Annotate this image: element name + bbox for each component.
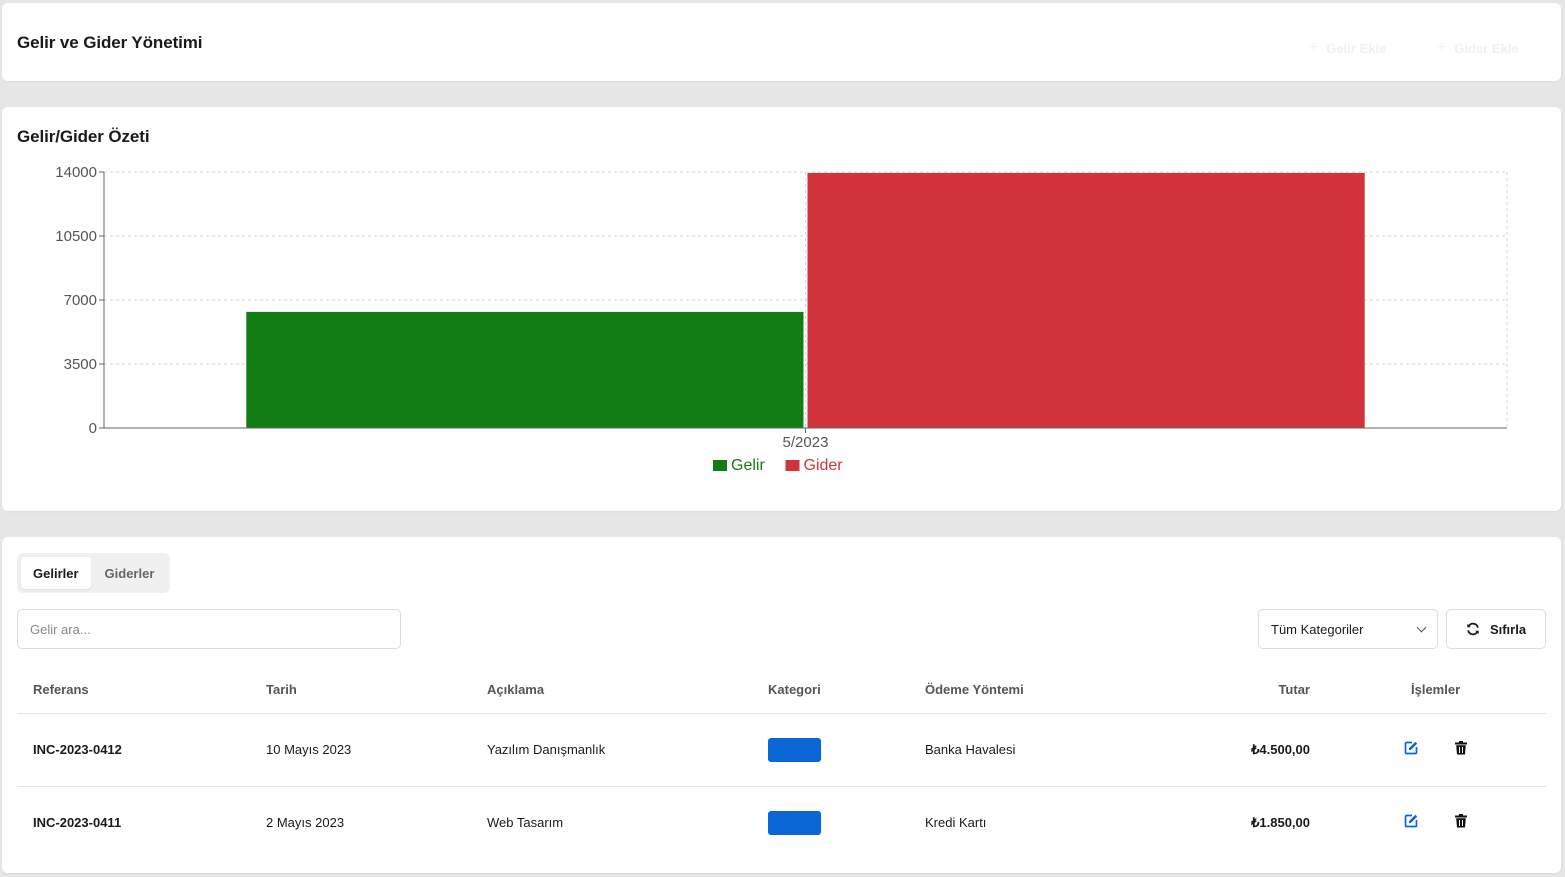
row-desc: Yazılım Danışmanlık [487,742,606,757]
reset-label: Sıfırla [1489,621,1527,637]
row-amount: ₺1.850,00 [1251,815,1310,830]
row-date: 2 Mayıs 2023 [266,815,345,830]
edit-icon[interactable] [1403,813,1421,831]
row-amount: ₺4.500,00 [1251,742,1310,757]
header-card: Gelir ve Gider Yönetimi + Gelir Ekle + G… [2,3,1561,81]
col-date: Tarih [266,682,297,697]
refresh-icon [1466,622,1480,636]
legend-swatch [713,460,727,471]
row-ref: INC-2023-0412 [33,742,122,757]
summary-chart: 0 3500 7000 10500 14000 5/2023 Gelir Gider [55,164,1508,474]
bar-gider [807,172,1365,428]
y-tick-label: 3500 [64,356,97,373]
reset-button[interactable]: Sıfırla [1446,609,1546,649]
col-actions: İşlemler [1411,682,1461,697]
category-badge [768,811,821,835]
legend-swatch [785,460,800,471]
add-expense-label: Gider Ekle [1454,40,1519,56]
search-input[interactable] [17,609,401,649]
y-tick-label: 14000 [55,164,97,181]
page-title: Gelir ve Gider Yönetimi [17,33,203,52]
y-tick-label: 0 [89,420,97,437]
tab-expenses[interactable]: Giderler [93,557,167,589]
table-row: INC-2023-0412 10 Mayıs 2023 Yazılım Danı… [17,714,1546,787]
summary-chart-card: Gelir/Gider Özeti 0 3500 7000 10500 14000 5/2… [2,107,1561,511]
y-tick-label: 7000 [64,292,97,309]
col-payment: Ödeme Yöntemi [925,682,1024,697]
category-select-value: Tüm Kategoriler [1271,621,1364,637]
col-amount: Tutar [1278,682,1310,697]
x-tick-label: 5/2023 [783,434,829,451]
row-payment: Kredi Kartı [925,815,987,830]
col-ref: Referans [33,682,89,697]
add-income-label: Gelir Ekle [1326,40,1387,56]
category-badge [768,738,821,762]
legend-label: Gelir [731,457,765,474]
tab-group: Gelirler Giderler [17,553,170,593]
add-income-button[interactable]: + Gelir Ekle [1309,36,1386,60]
trash-icon[interactable] [1453,740,1471,758]
edit-icon[interactable] [1403,740,1421,758]
bar-gelir [246,311,804,428]
col-category: Kategori [768,682,821,697]
row-payment: Banka Havalesi [925,742,1016,757]
col-desc: Açıklama [487,682,545,697]
tab-incomes[interactable]: Gelirler [21,557,91,589]
row-date: 10 Mayıs 2023 [266,742,352,757]
row-desc: Web Tasarım [487,815,564,830]
plus-icon: + [1309,39,1319,56]
legend-label: Gider [804,457,844,474]
chevron-down-icon [1416,622,1427,632]
table-header: Referans Tarih Açıklama Kategori Ödeme Y… [17,669,1546,714]
table-row: INC-2023-0411 2 Mayıs 2023 Web Tasarım K… [17,787,1546,860]
row-ref: INC-2023-0411 [33,815,122,830]
category-select[interactable]: Tüm Kategoriler [1258,609,1438,649]
trash-icon[interactable] [1453,813,1471,831]
plus-icon: + [1437,39,1447,56]
transactions-card: Gelirler Giderler Tüm Kategoriler Sıfırl… [2,537,1561,873]
add-expense-button[interactable]: + Gider Ekle [1437,36,1519,60]
y-tick-label: 10500 [55,228,97,245]
